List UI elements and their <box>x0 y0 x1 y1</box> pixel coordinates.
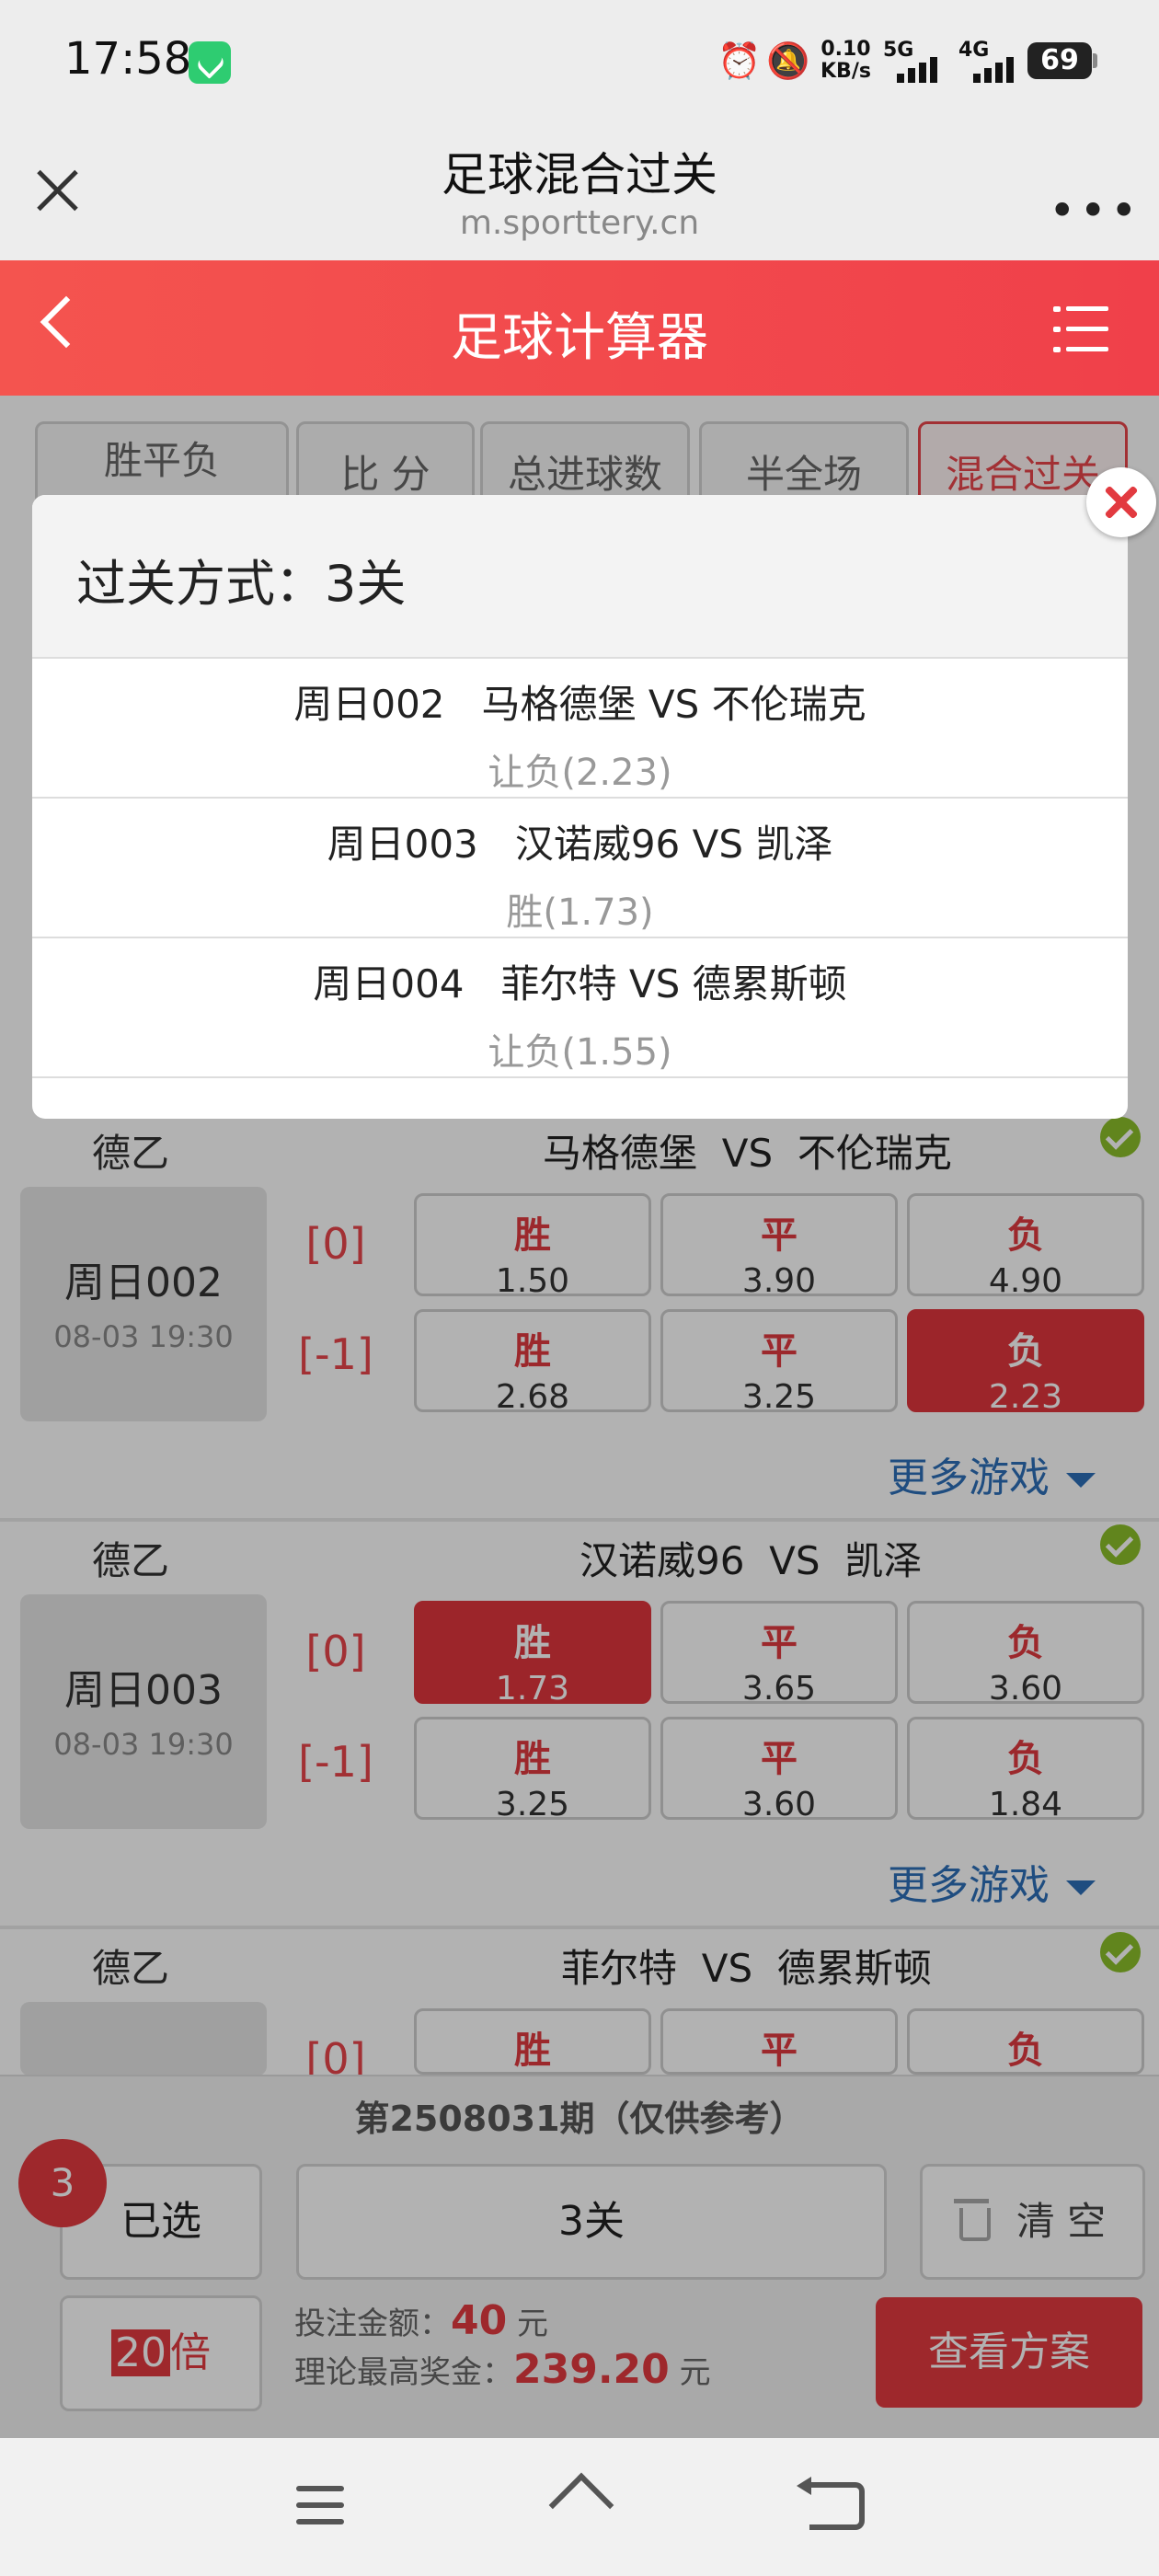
recent-apps-icon[interactable] <box>296 2486 344 2526</box>
page-url: m.sporttery.cn <box>459 204 700 242</box>
signal-5g-icon <box>897 53 952 83</box>
alarm-icon: ⏰ <box>717 40 762 81</box>
app-title: 足球计算器 <box>451 308 708 368</box>
status-time: 17:58 <box>64 33 192 85</box>
call-icon <box>189 41 231 84</box>
signal-4g-icon <box>973 53 1028 83</box>
modal-close-icon[interactable] <box>1086 467 1156 537</box>
mute-icon: 🔕 <box>766 40 810 81</box>
selection-row: 周日003 汉诺威96 VS 凯泽 胜(1.73) <box>32 799 1128 938</box>
modal-title: 过关方式：3关 <box>76 555 407 613</box>
more-options-icon[interactable]: ••• <box>1049 184 1141 237</box>
page-title: 足球混合过关 <box>442 148 717 201</box>
selection-row: 周日002 马格德堡 VS 不伦瑞克 让负(2.23) <box>32 659 1128 799</box>
battery-icon: 69 <box>1027 42 1097 79</box>
menu-icon[interactable] <box>1053 304 1108 355</box>
home-icon[interactable] <box>548 2472 614 2538</box>
pass-detail-modal: 过关方式：3关 周日002 马格德堡 VS 不伦瑞克 让负(2.23) 周日00… <box>32 495 1128 1119</box>
back-nav-icon[interactable] <box>797 2477 865 2530</box>
net-speed: 0.10 KB/s <box>820 38 871 83</box>
selection-row: 周日004 菲尔特 VS 德累斯顿 让负(1.55) <box>32 938 1128 1078</box>
